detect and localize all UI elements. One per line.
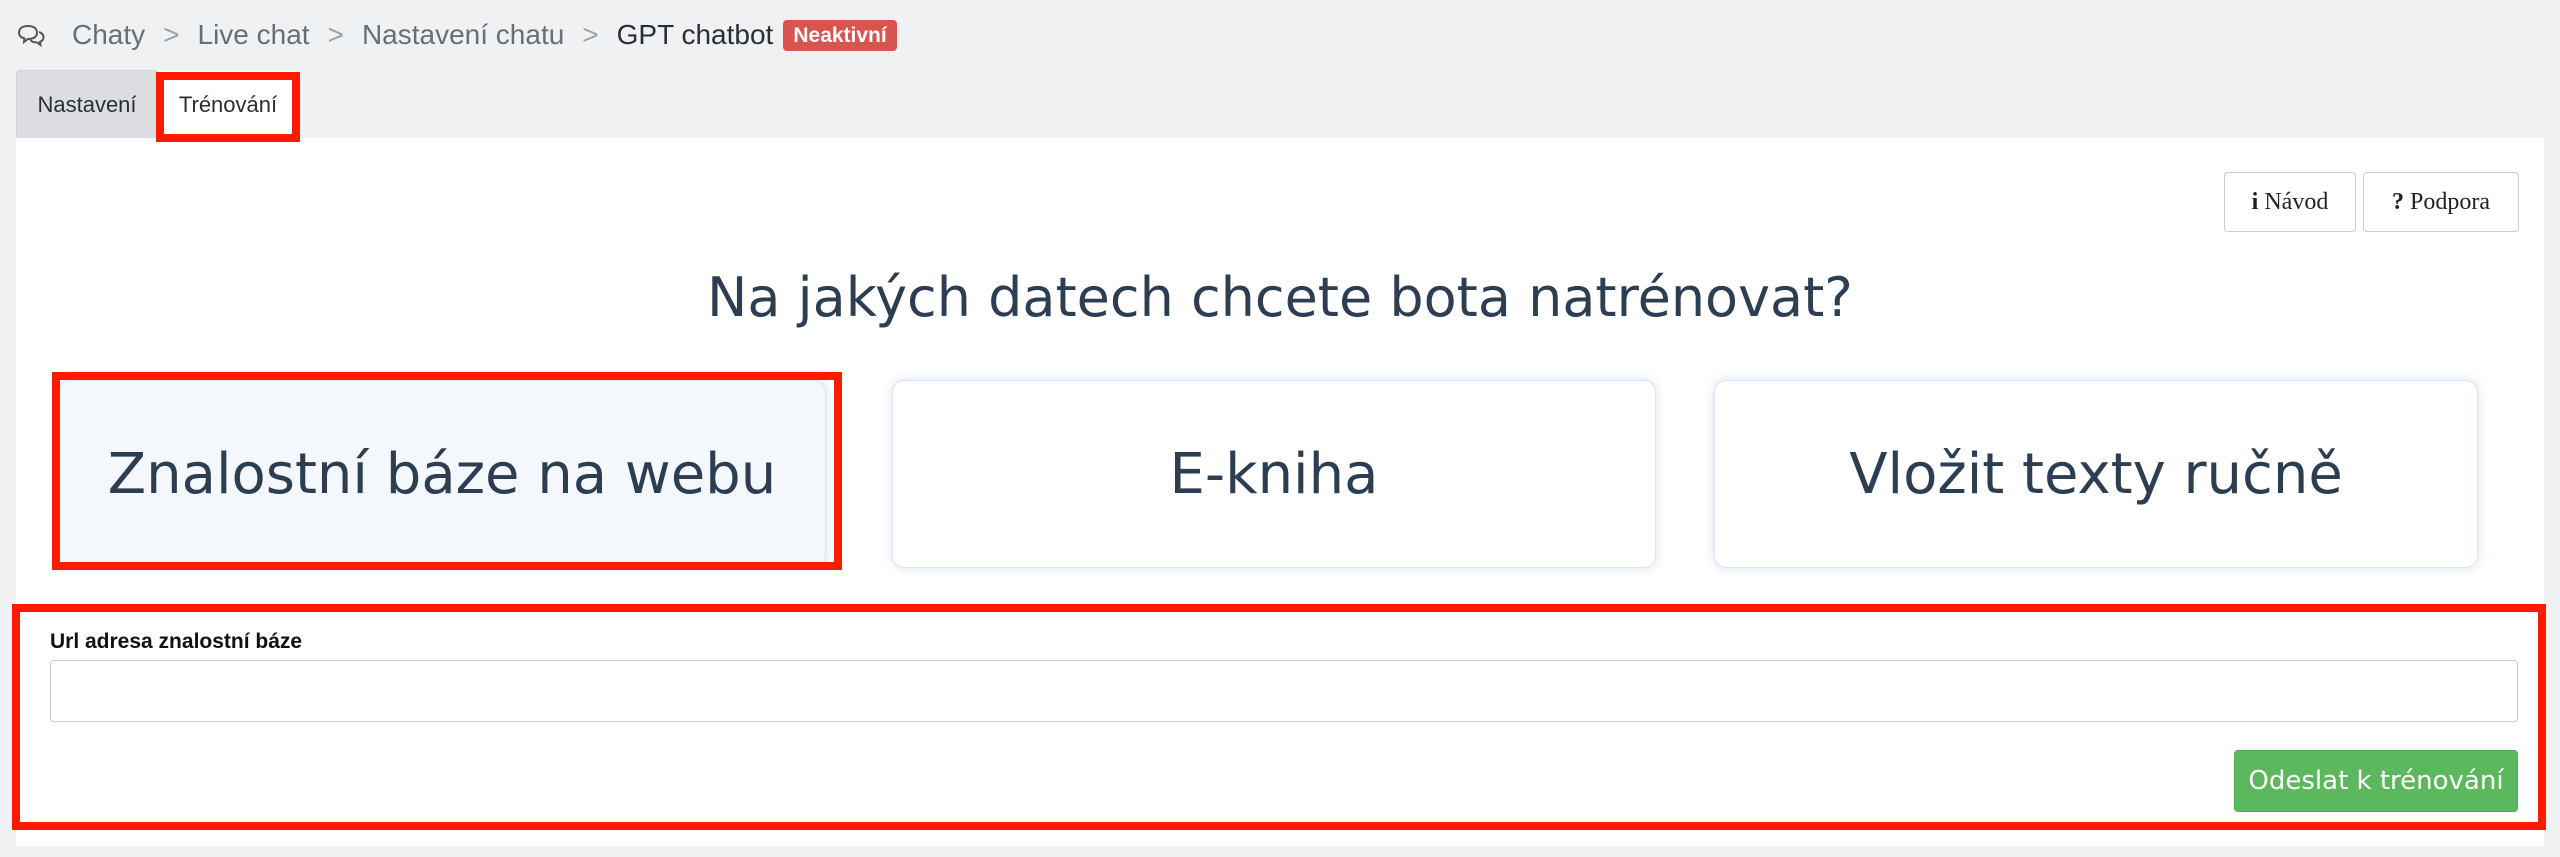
training-panel: i Návod ? Podpora Na jakých datech chcet… — [16, 138, 2544, 846]
support-button[interactable]: ? Podpora — [2363, 172, 2519, 232]
question-icon: ? — [2392, 188, 2404, 215]
url-input[interactable] — [50, 660, 2518, 722]
guide-button[interactable]: i Návod — [2224, 172, 2356, 232]
page-title: Na jakých datech chcete bota natrénovat? — [707, 266, 1853, 329]
url-field-label: Url adresa znalostní báze — [50, 630, 303, 653]
option-ebook[interactable]: E-kniha — [892, 380, 1656, 568]
breadcrumb-separator: > — [582, 19, 599, 50]
tab-settings[interactable]: Nastavení — [16, 70, 158, 138]
breadcrumb-live-chat[interactable]: Live chat — [198, 19, 310, 51]
option-web-knowledge-base[interactable]: Znalostní báze na webu — [58, 380, 826, 568]
breadcrumb: Chaty > Live chat > Nastavení chatu > GP… — [16, 14, 897, 56]
guide-button-label: Návod — [2264, 188, 2329, 215]
option-manual-texts[interactable]: Vložit texty ručně — [1714, 380, 2478, 568]
tab-training[interactable]: Trénování — [158, 70, 298, 138]
info-icon: i — [2251, 188, 2259, 215]
breadcrumb-chaty[interactable]: Chaty — [72, 19, 145, 51]
breadcrumb-separator: > — [327, 19, 344, 50]
tab-bar: Nastavení Trénování — [16, 70, 298, 138]
support-button-label: Podpora — [2410, 188, 2490, 215]
breadcrumb-separator: > — [163, 19, 180, 50]
chat-bubbles-icon — [16, 20, 50, 50]
breadcrumb-current: GPT chatbot — [616, 19, 774, 50]
status-badge: Neaktivní — [783, 19, 897, 51]
submit-training-button[interactable]: Odeslat k trénování — [2234, 750, 2518, 812]
breadcrumb-chat-settings[interactable]: Nastavení chatu — [362, 19, 564, 51]
